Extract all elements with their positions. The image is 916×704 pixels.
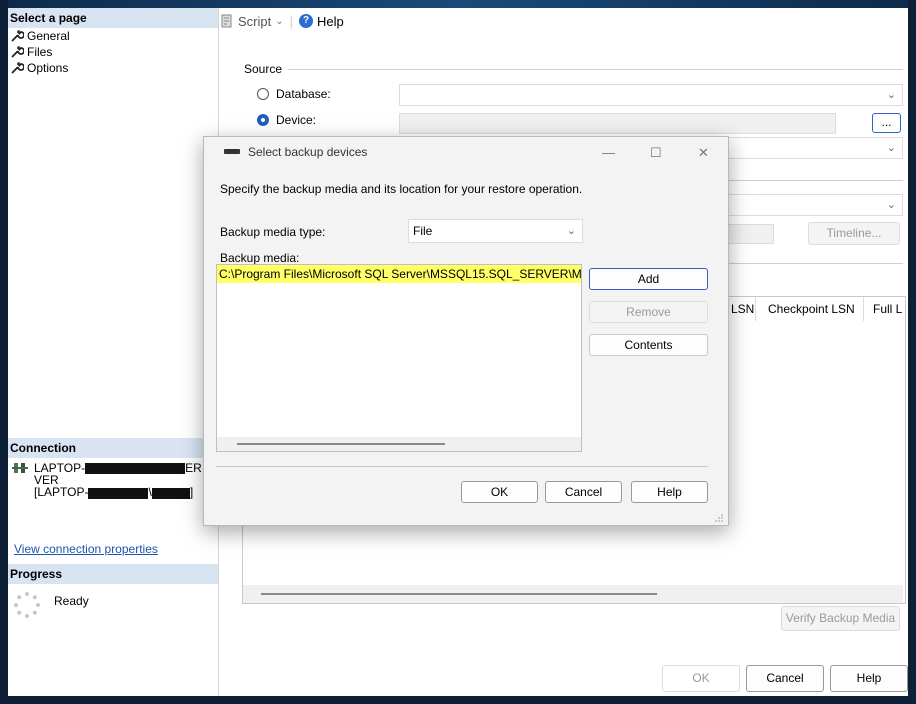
dialog-help-button[interactable]: Help: [631, 481, 708, 503]
chevron-down-icon: ⌄: [886, 142, 896, 154]
page-item-label: Files: [27, 45, 53, 59]
minimize-icon[interactable]: —: [602, 145, 615, 160]
dialog-divider: [216, 466, 708, 467]
script-icon: [221, 14, 232, 28]
browse-device-button[interactable]: ...: [872, 113, 901, 133]
grid-column-checkpoint-lsn[interactable]: Checkpoint LSN: [768, 302, 855, 316]
wrench-icon: [11, 62, 24, 74]
dialog-cancel-button[interactable]: Cancel: [545, 481, 622, 503]
timeline-button[interactable]: Timeline...: [808, 222, 900, 245]
dialog-ok-button[interactable]: OK: [461, 481, 538, 503]
connection-server-text-end: ER: [185, 461, 202, 475]
grid-column-full-lsn[interactable]: Full LS: [873, 302, 903, 316]
media-type-select[interactable]: File ⌄: [408, 219, 583, 243]
page-item-label: General: [27, 29, 70, 43]
redaction-mark: [151, 487, 190, 499]
redaction-mark: [88, 487, 149, 499]
chevron-down-icon: ⌄: [886, 199, 896, 211]
left-panel: Select a page General Files Options Conn…: [8, 8, 219, 696]
close-icon[interactable]: ✕: [698, 145, 709, 161]
window-frame-bottom: [0, 696, 916, 704]
progress-header: Progress: [8, 564, 218, 584]
select-page-header: Select a page: [8, 8, 218, 28]
connection-user-text: [LAPTOP-: [34, 485, 89, 500]
device-radio[interactable]: [257, 114, 269, 126]
toolbar-separator: |: [289, 13, 294, 29]
list-horizontal-scrollbar[interactable]: [217, 437, 581, 451]
redaction-mark: [85, 463, 186, 475]
media-type-label: Backup media type:: [220, 225, 326, 239]
grid-column-lsn[interactable]: LSN: [731, 302, 754, 316]
source-label: Source: [244, 62, 283, 76]
spinner-icon: [14, 592, 40, 618]
dialog-title: Select backup devices: [248, 145, 368, 159]
list-item[interactable]: C:\Program Files\Microsoft SQL Server\MS…: [217, 265, 581, 283]
page-item-files[interactable]: Files: [10, 44, 52, 60]
remove-button[interactable]: Remove: [589, 301, 708, 323]
help-label: Help: [317, 13, 344, 29]
maximize-icon[interactable]: ☐: [650, 145, 662, 161]
toolbar: Script ⌄ | ? Help: [220, 8, 344, 34]
connection-header: Connection: [8, 438, 218, 458]
page-item-options[interactable]: Options: [10, 60, 68, 76]
window-frame-left: [0, 0, 8, 704]
help-button[interactable]: ? Help: [299, 14, 344, 29]
scrollbar-thumb[interactable]: [261, 593, 657, 595]
help-icon: ?: [299, 14, 314, 28]
column-divider: [755, 297, 756, 321]
main-cancel-button[interactable]: Cancel: [746, 665, 824, 692]
server-connection-icon: [12, 463, 28, 473]
dialog-titlebar: Select backup devices: [224, 145, 367, 159]
source-divider: [288, 69, 903, 70]
database-radio[interactable]: [257, 88, 269, 100]
column-divider: [863, 297, 864, 321]
connection-info: LAPTOP- ER VER [LAPTOP- \]: [12, 462, 202, 499]
select-backup-devices-dialog: Select backup devices — ☐ ✕ Specify the …: [203, 136, 729, 526]
database-radio-label: Database:: [276, 87, 331, 101]
contents-button[interactable]: Contents: [589, 334, 708, 356]
resize-grip-icon[interactable]: [714, 513, 724, 523]
wrench-icon: [11, 30, 24, 42]
restore-to-combo[interactable]: ⌄: [727, 194, 903, 216]
main-ok-button[interactable]: OK: [662, 665, 740, 692]
verify-backup-media-button[interactable]: Verify Backup Media: [781, 606, 900, 631]
script-label: Script: [238, 13, 272, 29]
connection-user-end: ]: [189, 485, 194, 500]
device-radio-label: Device:: [276, 113, 317, 127]
grid-horizontal-scrollbar[interactable]: [243, 585, 903, 603]
media-list-label: Backup media:: [220, 251, 300, 265]
tape-device-icon: [224, 149, 240, 154]
window-frame-top: [0, 0, 916, 8]
destination-combo[interactable]: ⌄: [727, 137, 903, 159]
page-item-general[interactable]: General: [10, 28, 70, 44]
add-button[interactable]: Add: [589, 268, 708, 290]
dialog-description: Specify the backup media and its locatio…: [220, 182, 583, 196]
database-combo[interactable]: ⌄: [399, 84, 903, 106]
restore-to-field: [727, 224, 774, 244]
chevron-down-icon: ⌄: [566, 225, 576, 237]
main-help-button[interactable]: Help: [830, 665, 908, 692]
chevron-down-icon: ⌄: [886, 89, 896, 101]
window-frame-right: [908, 0, 916, 704]
page-item-label: Options: [27, 61, 69, 75]
wrench-icon: [11, 46, 24, 58]
backup-media-list[interactable]: C:\Program Files\Microsoft SQL Server\MS…: [216, 264, 582, 452]
destination-divider: [727, 180, 903, 181]
device-path-field[interactable]: [399, 113, 836, 134]
media-type-value: File: [413, 224, 433, 238]
view-connection-properties-link[interactable]: View connection properties: [14, 542, 158, 556]
chevron-down-icon[interactable]: ⌄: [275, 16, 283, 27]
progress-status: Ready: [54, 594, 89, 608]
script-button[interactable]: Script ⌄: [220, 14, 284, 29]
scrollbar-thumb[interactable]: [237, 443, 445, 445]
restore-plan-divider: [727, 263, 903, 264]
